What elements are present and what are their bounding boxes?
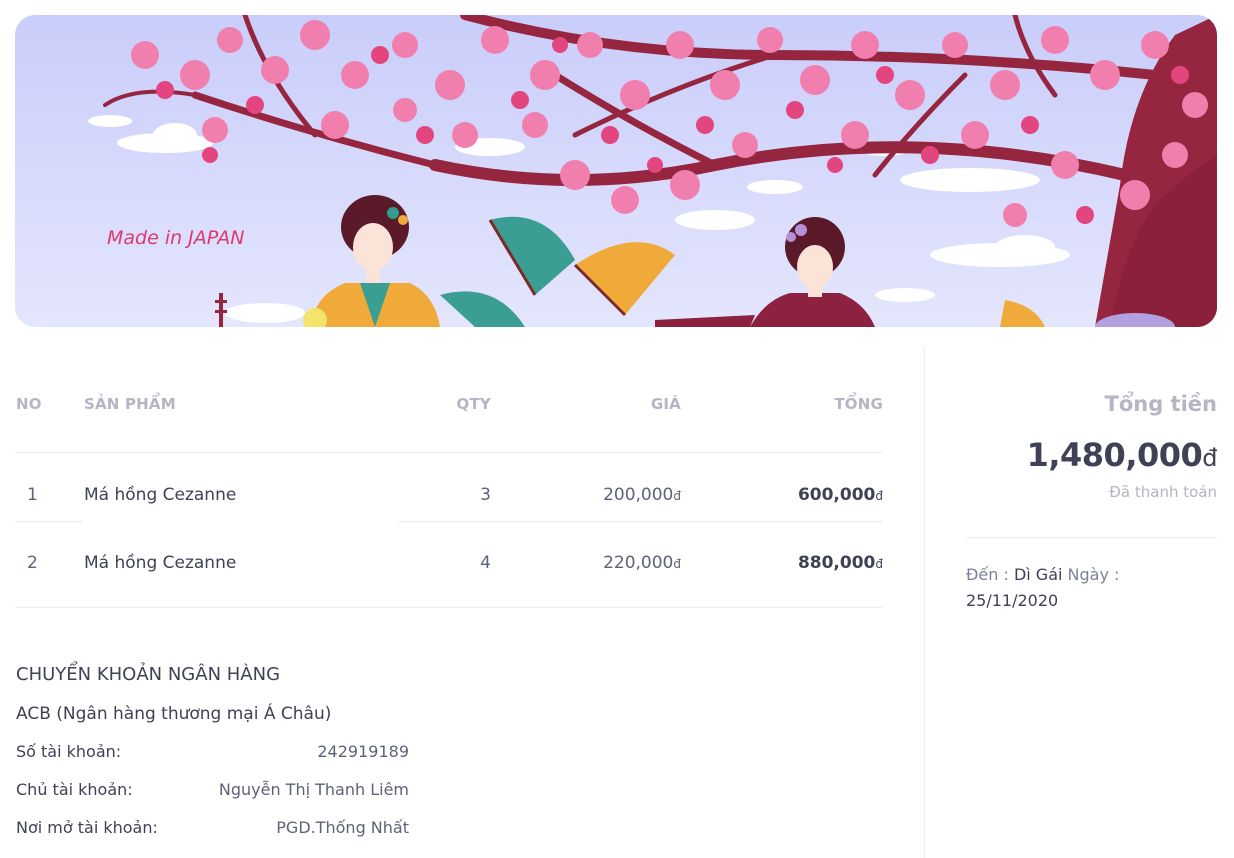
row-qty: 3 xyxy=(480,485,491,505)
account-number-value: 242919189 xyxy=(317,742,409,761)
table-bottom-separator xyxy=(15,607,883,608)
recipient-info: Đến : Dì Gái Ngày : 25/11/2020 xyxy=(966,562,1216,614)
summary-separator xyxy=(966,537,1217,538)
header-qty: QTY xyxy=(456,395,491,413)
row-price: 200,000đ xyxy=(540,485,681,505)
total-label: Tổng tiền xyxy=(1104,392,1217,416)
panel-divider xyxy=(924,347,925,858)
date-label: Ngày : xyxy=(1067,565,1120,584)
header-price: GIÁ xyxy=(650,395,681,413)
header-total: TỔNG xyxy=(834,395,883,413)
branch-value: PGD.Thống Nhất xyxy=(276,818,409,837)
made-in-japan-text: Made in JAPAN xyxy=(107,227,245,249)
branch-label: Nơi mở tài khoản: xyxy=(16,818,158,837)
row-price: 220,000đ xyxy=(540,553,681,573)
header-product: SẢN PHẨM xyxy=(84,395,176,413)
total-amount-value: 1,480,000 xyxy=(1026,436,1203,474)
row-total-value: 600,000 xyxy=(797,485,876,505)
row-separator xyxy=(398,521,883,522)
cherry-blossom-illustration: Made in JAPAN xyxy=(15,15,1217,327)
to-name: Dì Gái xyxy=(1013,565,1063,584)
payment-status: Đã thanh toán xyxy=(1109,483,1217,501)
date-value: 25/11/2020 xyxy=(966,591,1059,610)
account-holder-value: Nguyễn Thị Thanh Liêm xyxy=(218,780,409,799)
currency-symbol: đ xyxy=(673,557,681,571)
currency-symbol: đ xyxy=(673,489,681,503)
row-price-value: 220,000 xyxy=(603,553,674,573)
to-label: Đến : xyxy=(966,565,1009,584)
row-no: 2 xyxy=(27,553,38,573)
row-total: 880,000đ xyxy=(740,553,883,573)
currency-symbol: đ xyxy=(1202,444,1217,472)
currency-symbol: đ xyxy=(875,557,883,571)
row-total: 600,000đ xyxy=(740,485,883,505)
row-no: 1 xyxy=(27,485,38,505)
header-banner: Made in JAPAN xyxy=(15,15,1217,327)
header-separator xyxy=(15,452,883,453)
row-product: Má hồng Cezanne xyxy=(84,485,237,505)
row-price-value: 200,000 xyxy=(603,485,674,505)
total-amount: 1,480,000đ xyxy=(1026,436,1218,474)
row-qty: 4 xyxy=(480,553,491,573)
row-total-value: 880,000 xyxy=(797,553,876,573)
account-holder-label: Chủ tài khoản: xyxy=(16,780,133,799)
row-product: Má hồng Cezanne xyxy=(84,553,237,573)
account-number-label: Số tài khoản: xyxy=(16,742,122,761)
row-separator xyxy=(15,521,83,522)
bank-name: ACB (Ngân hàng thương mại Á Châu) xyxy=(16,704,332,724)
header-no: NO xyxy=(16,395,42,413)
bank-transfer-title: CHUYỂN KHOẢN NGÂN HÀNG xyxy=(16,664,281,685)
currency-symbol: đ xyxy=(875,489,883,503)
